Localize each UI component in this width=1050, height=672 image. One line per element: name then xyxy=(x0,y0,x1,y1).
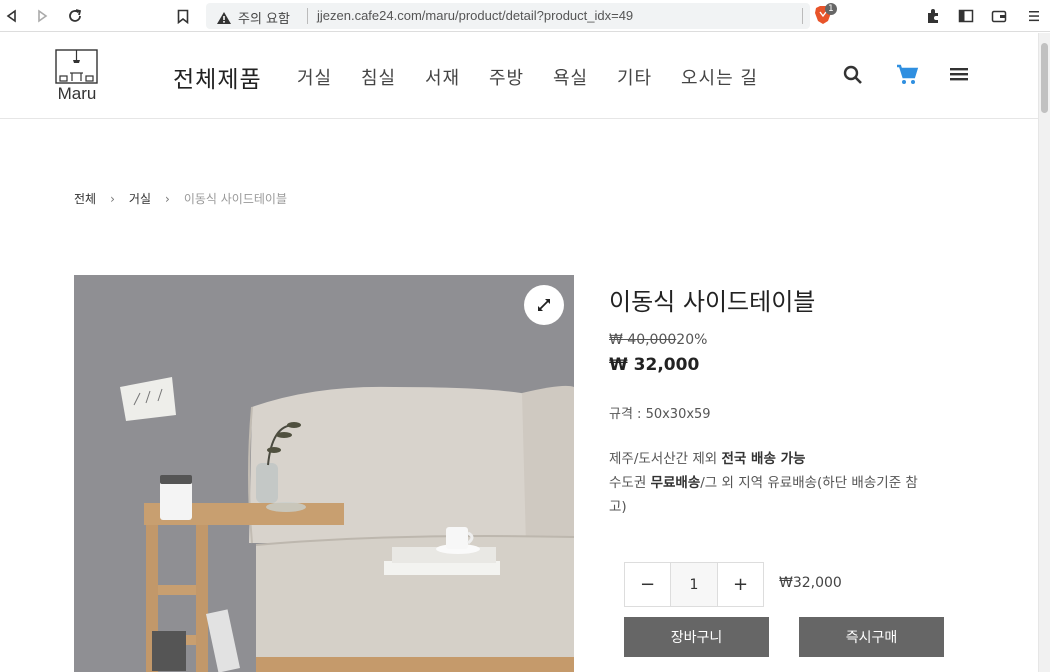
url-end-divider xyxy=(802,8,803,24)
breadcrumb: 전체 › 거실 › 이동식 사이드테이블 xyxy=(74,190,287,207)
shipping-info: 제주/도서산간 제외 전국 배송 가능 수도권 무료배송/그 외 지역 유료배송… xyxy=(609,447,929,519)
expand-icon xyxy=(538,299,550,311)
buy-now-button[interactable]: 즉시구매 xyxy=(799,617,944,657)
nav-item-study[interactable]: 서재 xyxy=(425,64,460,90)
sidebar-icon[interactable] xyxy=(956,6,976,26)
shipping-highlight: 전국 배송 가능 xyxy=(721,451,806,467)
browser-toolbar: 주의 요함 jjezen.cafe24.com/maru/product/det… xyxy=(0,0,1050,32)
quantity-increase-button[interactable]: + xyxy=(718,563,763,606)
nav-item-bedroom[interactable]: 침실 xyxy=(361,64,396,90)
shipping-text: 수도권 xyxy=(609,475,651,491)
page-scrollbar[interactable] xyxy=(1038,33,1050,672)
nav-item-living[interactable]: 거실 xyxy=(297,64,332,90)
shipping-text: 제주/도서산간 제외 xyxy=(609,451,722,467)
bookmark-icon[interactable] xyxy=(173,6,193,26)
product-spec: 규격 : 50x30x59 xyxy=(609,407,711,422)
wallet-icon[interactable] xyxy=(989,6,1009,26)
site-logo[interactable]: Maru xyxy=(50,47,104,107)
discount-rate: 20% xyxy=(676,332,708,348)
breadcrumb-separator: › xyxy=(165,191,170,206)
url-text[interactable]: jjezen.cafe24.com/maru/product/detail?pr… xyxy=(317,8,633,23)
original-price-row: ₩ 40,00020% xyxy=(609,332,707,348)
product-image[interactable] xyxy=(74,275,574,672)
brave-shield-icon[interactable]: 1 xyxy=(812,3,837,26)
address-bar[interactable]: 주의 요함 jjezen.cafe24.com/maru/product/det… xyxy=(206,3,810,29)
quantity-value[interactable]: 1 xyxy=(670,563,718,606)
nav-item-kitchen[interactable]: 주방 xyxy=(489,64,524,90)
sale-price: ₩ 32,000 xyxy=(609,355,700,375)
quantity-stepper: − 1 + xyxy=(624,562,764,607)
expand-image-button[interactable] xyxy=(524,285,564,325)
product-title: 이동식 사이드테이블 xyxy=(609,288,816,316)
url-divider xyxy=(307,8,308,24)
breadcrumb-separator: › xyxy=(110,191,115,206)
quantity-decrease-button[interactable]: − xyxy=(625,563,670,606)
extensions-icon[interactable] xyxy=(923,6,943,26)
breadcrumb-item-living[interactable]: 거실 xyxy=(129,190,151,207)
warning-icon xyxy=(217,11,231,24)
back-icon[interactable] xyxy=(2,6,22,26)
breadcrumb-item-current: 이동식 사이드테이블 xyxy=(183,192,287,206)
nav-item-bathroom[interactable]: 욕실 xyxy=(553,64,588,90)
breadcrumb-item-all[interactable]: 전체 xyxy=(74,190,96,207)
scroll-thumb[interactable] xyxy=(1041,43,1048,113)
menu-icon[interactable] xyxy=(1024,6,1044,26)
logo-mark-icon xyxy=(55,49,98,84)
cart-icon[interactable] xyxy=(894,62,920,88)
brave-badge: 1 xyxy=(825,3,837,15)
add-to-cart-button[interactable]: 장바구니 xyxy=(624,617,769,657)
forward-icon[interactable] xyxy=(32,6,52,26)
search-icon[interactable] xyxy=(840,62,866,88)
logo-text: Maru xyxy=(57,84,97,103)
security-label: 주의 요함 xyxy=(238,12,290,27)
hamburger-menu-icon[interactable] xyxy=(946,62,972,88)
nav-item-directions[interactable]: 오시는 길 xyxy=(681,64,758,90)
site-header: Maru 전체제품 거실 침실 서재 주방 욕실 기타 오시는 길 xyxy=(0,33,1038,119)
nav-all-products[interactable]: 전체제품 xyxy=(173,60,262,94)
shipping-highlight: 무료배송 xyxy=(650,475,701,491)
security-warning[interactable]: 주의 요함 xyxy=(216,8,290,27)
reload-icon[interactable] xyxy=(65,6,85,26)
original-price: ₩ 40,000 xyxy=(609,332,677,348)
product-photo xyxy=(74,275,574,672)
nav-item-etc[interactable]: 기타 xyxy=(617,64,652,90)
total-price: ₩32,000 xyxy=(779,575,842,591)
